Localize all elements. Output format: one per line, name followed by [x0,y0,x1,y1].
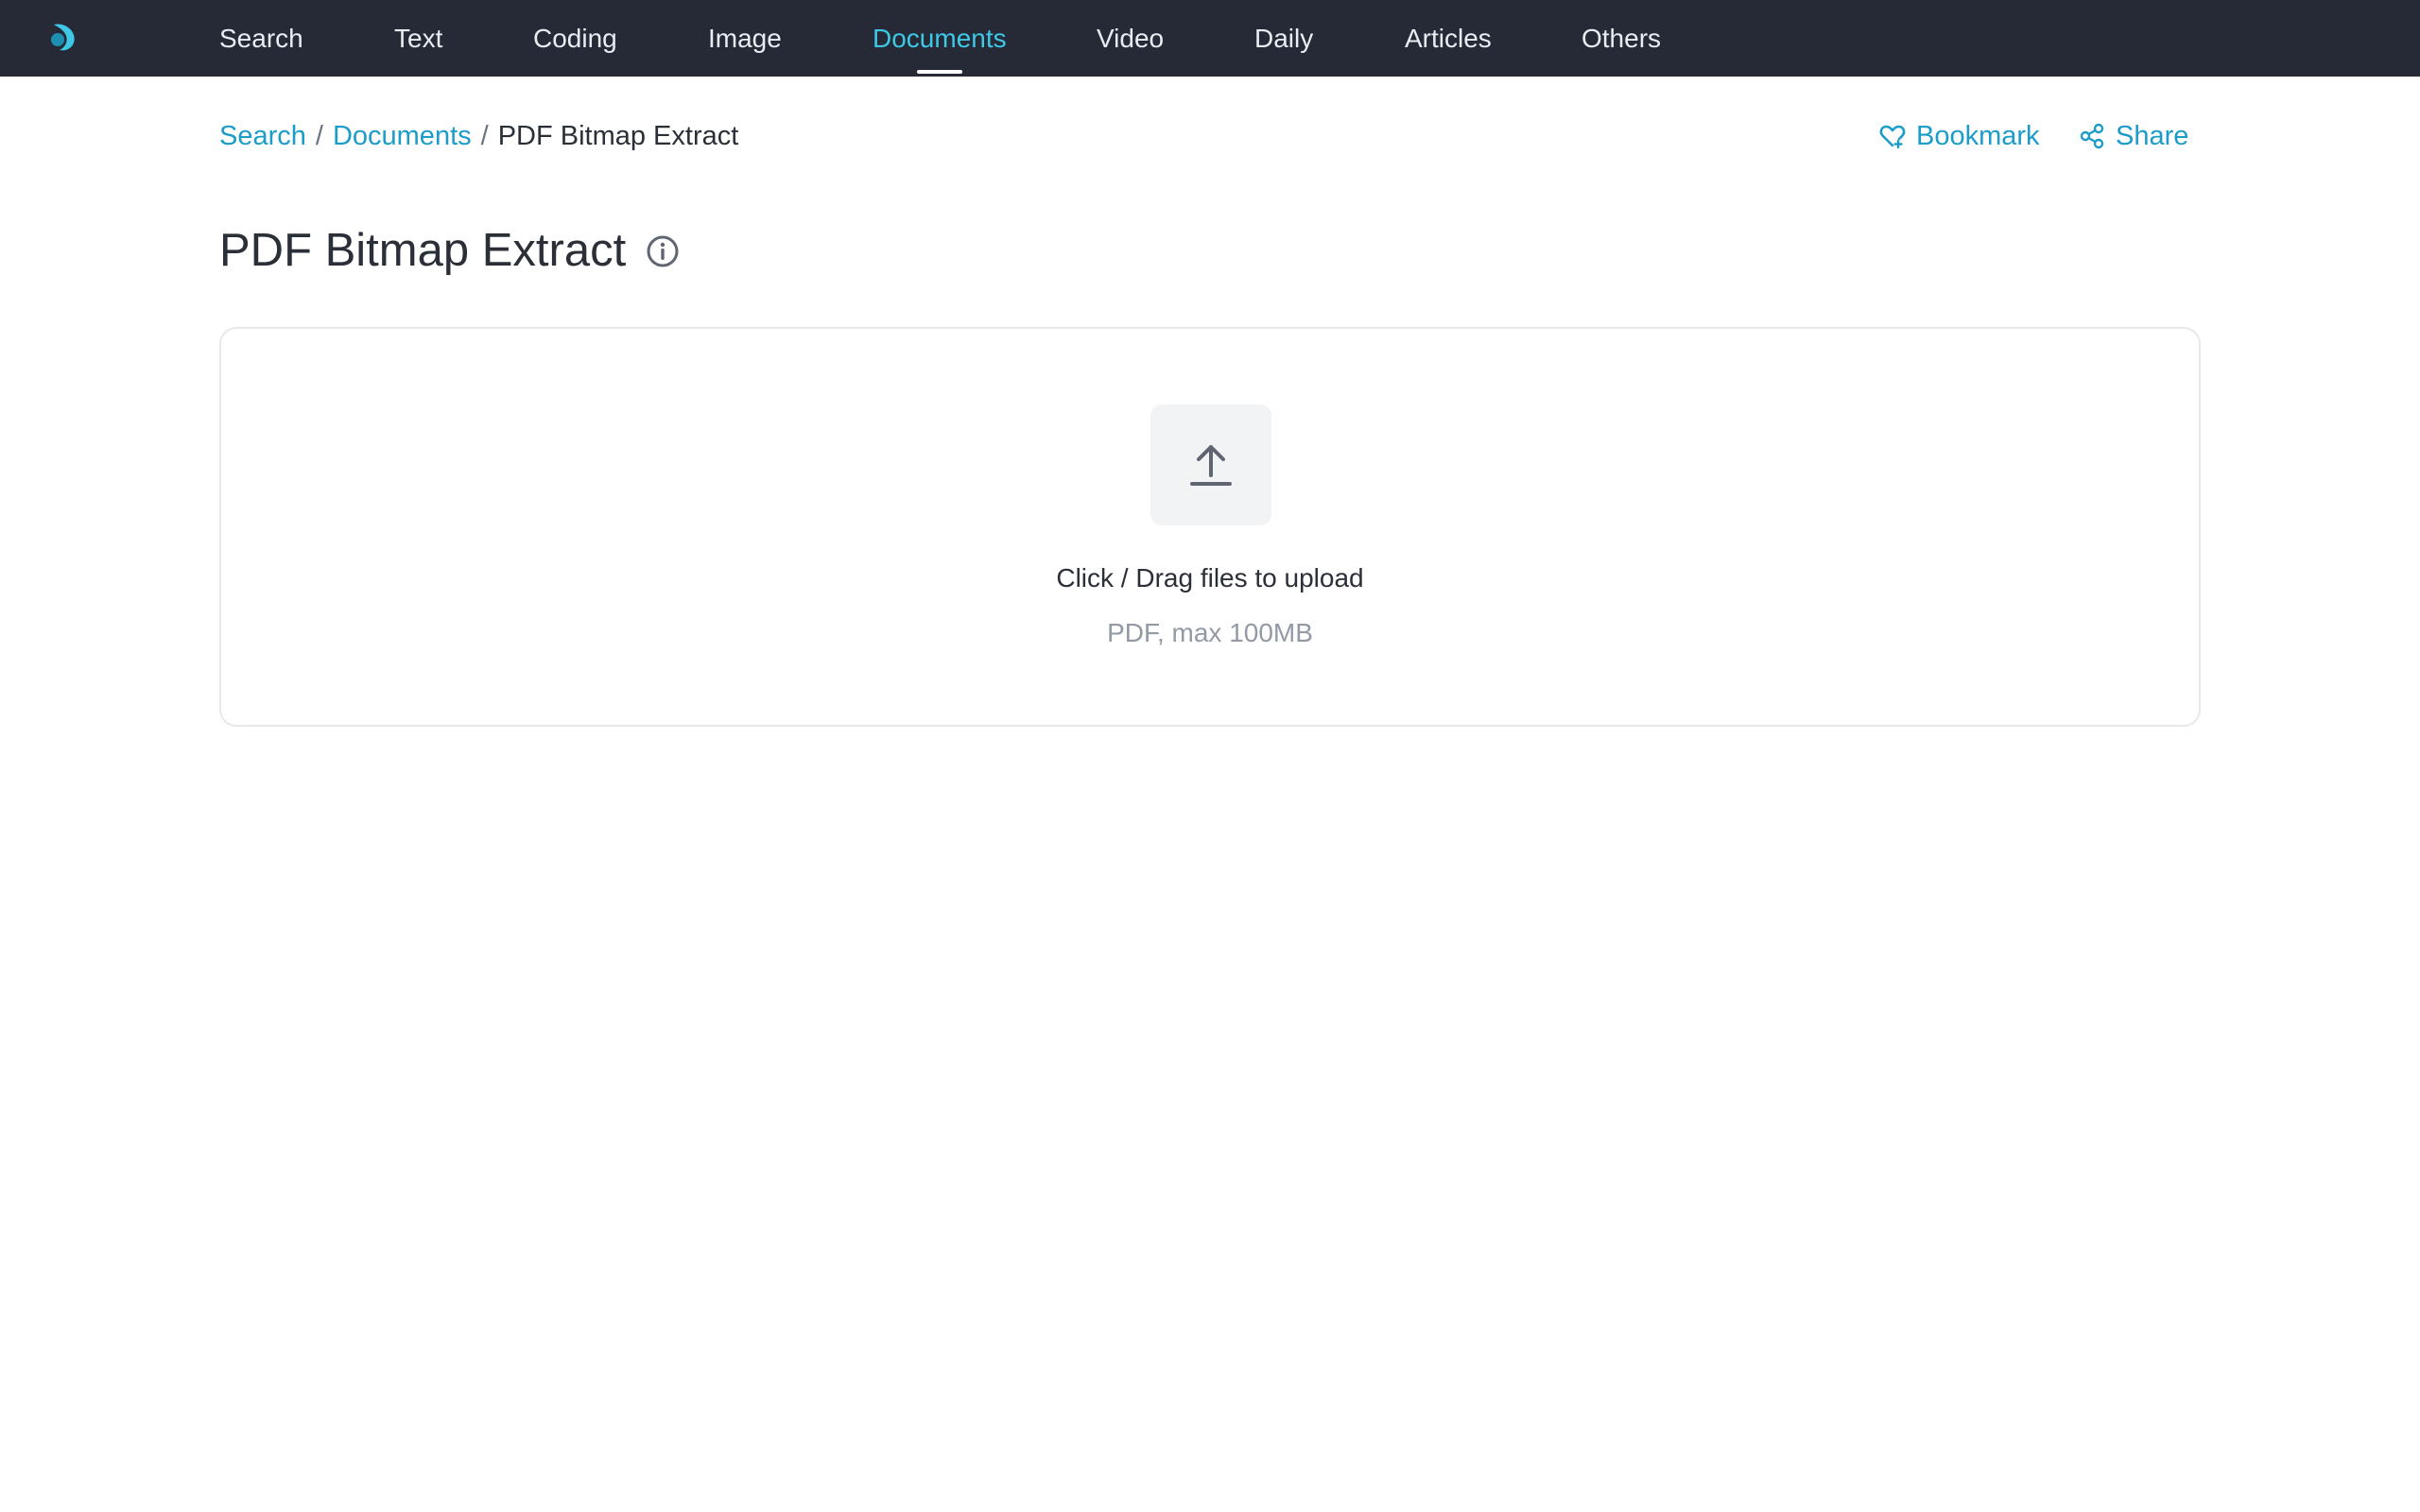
info-icon[interactable] [646,234,680,268]
nav-item-documents[interactable]: Documents [873,0,1007,77]
upload-arrow-icon [1190,445,1232,486]
nav-item-video[interactable]: Video [1097,0,1164,77]
nav-item-search[interactable]: Search [219,0,303,77]
breadcrumb: Search / Documents / PDF Bitmap Extract [219,117,738,155]
share-label: Share [2116,121,2189,151]
nav-active-indicator [917,70,962,74]
bookmark-button[interactable]: Bookmark [1878,117,2040,155]
bookmark-label: Bookmark [1916,121,2040,151]
share-button[interactable]: Share [2078,117,2188,155]
breadcrumb-link-search[interactable]: Search [219,121,306,151]
file-upload-dropzone[interactable]: Click / Drag files to upload PDF, max 10… [219,327,2201,727]
nav-item-image[interactable]: Image [708,0,782,77]
upload-instruction: Click / Drag files to upload [1056,563,1364,593]
page-title: PDF Bitmap Extract [219,225,627,276]
breadcrumb-current: PDF Bitmap Extract [497,121,739,151]
share-icon [2080,123,2104,149]
breadcrumb-separator: / [315,121,323,151]
nav-item-daily[interactable]: Daily [1254,0,1313,77]
upload-file-limit: PDF, max 100MB [1107,618,1313,647]
logo-icon[interactable] [46,21,78,53]
breadcrumb-separator: / [480,121,489,151]
top-navigation-bar: Search Text Coding Image Documents Video… [0,0,2420,77]
heart-bookmark-icon [1879,125,1906,149]
nav-item-text[interactable]: Text [394,0,442,77]
nav-item-articles[interactable]: Articles [1405,0,1492,77]
nav-item-others[interactable]: Others [1582,0,1661,77]
breadcrumb-link-documents[interactable]: Documents [333,121,472,151]
nav-item-coding[interactable]: Coding [533,0,617,77]
upload-icon-container [1150,404,1271,525]
